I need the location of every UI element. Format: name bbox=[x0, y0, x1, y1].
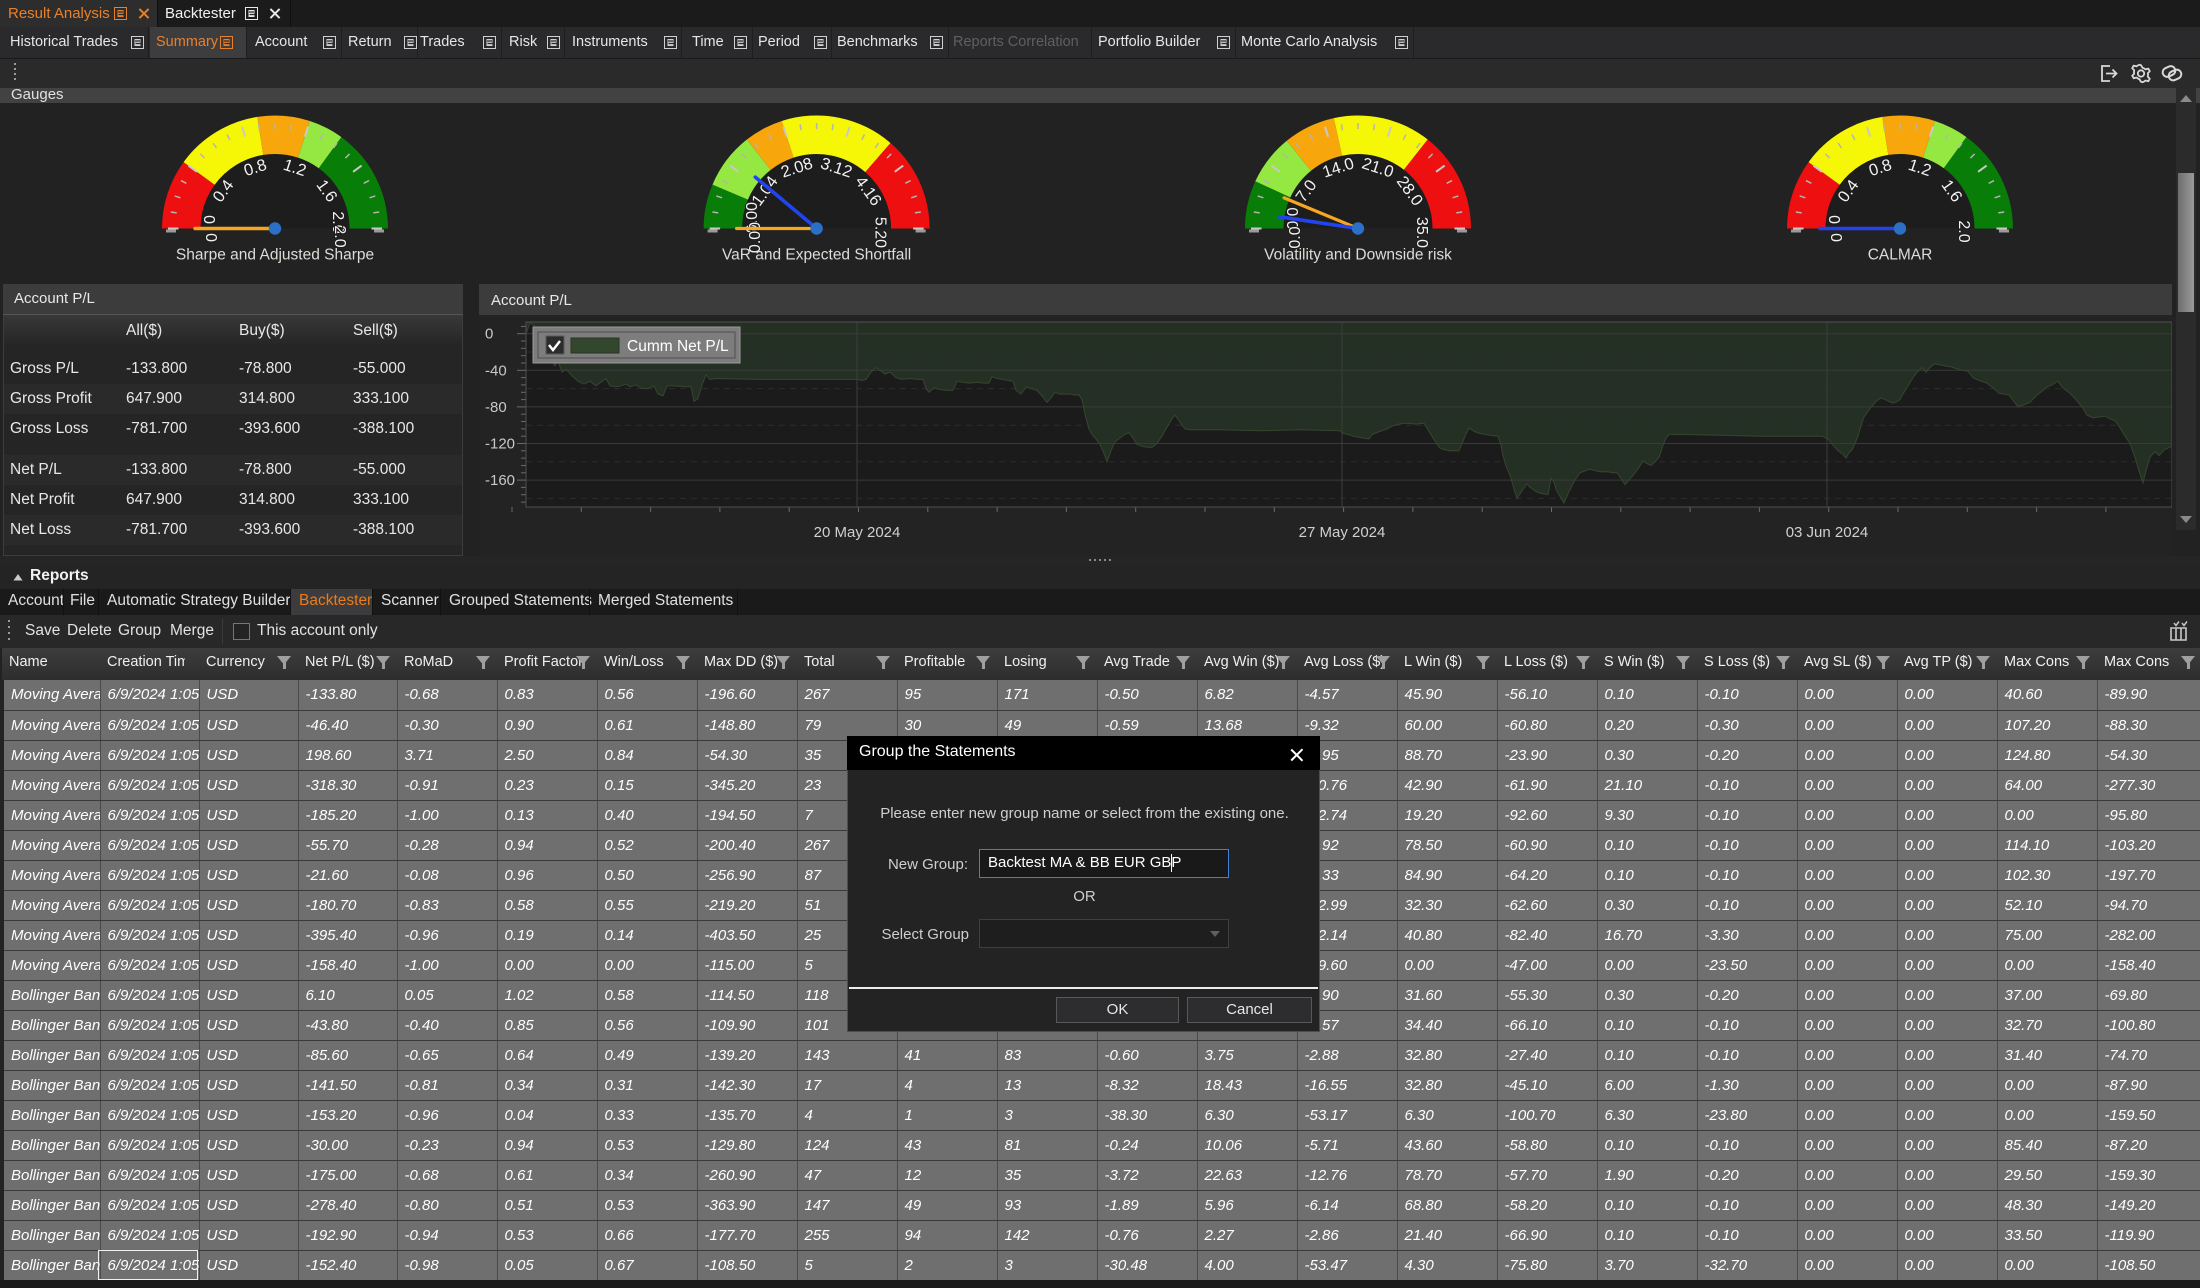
svg-text:Sharpe and Adjusted Sharpe: Sharpe and Adjusted Sharpe bbox=[176, 247, 374, 264]
svg-text:27 May 2024: 27 May 2024 bbox=[1299, 524, 1386, 541]
svg-text:20 May 2024: 20 May 2024 bbox=[814, 524, 901, 541]
svg-text:0: 0 bbox=[202, 215, 219, 224]
svg-text:0: 0 bbox=[1829, 233, 1846, 242]
svg-text:Cumm Net P/L: Cumm Net P/L bbox=[627, 338, 729, 355]
svg-text:VaR and Expected Shortfall: VaR and Expected Shortfall bbox=[722, 247, 911, 264]
svg-text:-40: -40 bbox=[485, 362, 507, 379]
svg-text:-80: -80 bbox=[485, 399, 507, 416]
svg-text:0: 0 bbox=[485, 326, 493, 343]
svg-text:-160: -160 bbox=[485, 472, 515, 489]
svg-text:2.0: 2.0 bbox=[1955, 220, 1972, 242]
svg-text:5.20: 5.20 bbox=[871, 217, 888, 248]
svg-text:CALMAR: CALMAR bbox=[1868, 247, 1933, 264]
svg-text:2.0: 2.0 bbox=[331, 225, 348, 247]
svg-text:35.0: 35.0 bbox=[1413, 217, 1430, 248]
svg-text:0: 0 bbox=[204, 233, 221, 242]
svg-text:Account P/L: Account P/L bbox=[491, 292, 572, 309]
svg-text:Volatility and Downside risk: Volatility and Downside risk bbox=[1264, 247, 1452, 264]
svg-text:-120: -120 bbox=[485, 436, 515, 453]
svg-text:0.0: 0.0 bbox=[1287, 226, 1304, 248]
svg-text:0: 0 bbox=[1827, 215, 1844, 224]
svg-text:03 Jun 2024: 03 Jun 2024 bbox=[1786, 524, 1869, 541]
